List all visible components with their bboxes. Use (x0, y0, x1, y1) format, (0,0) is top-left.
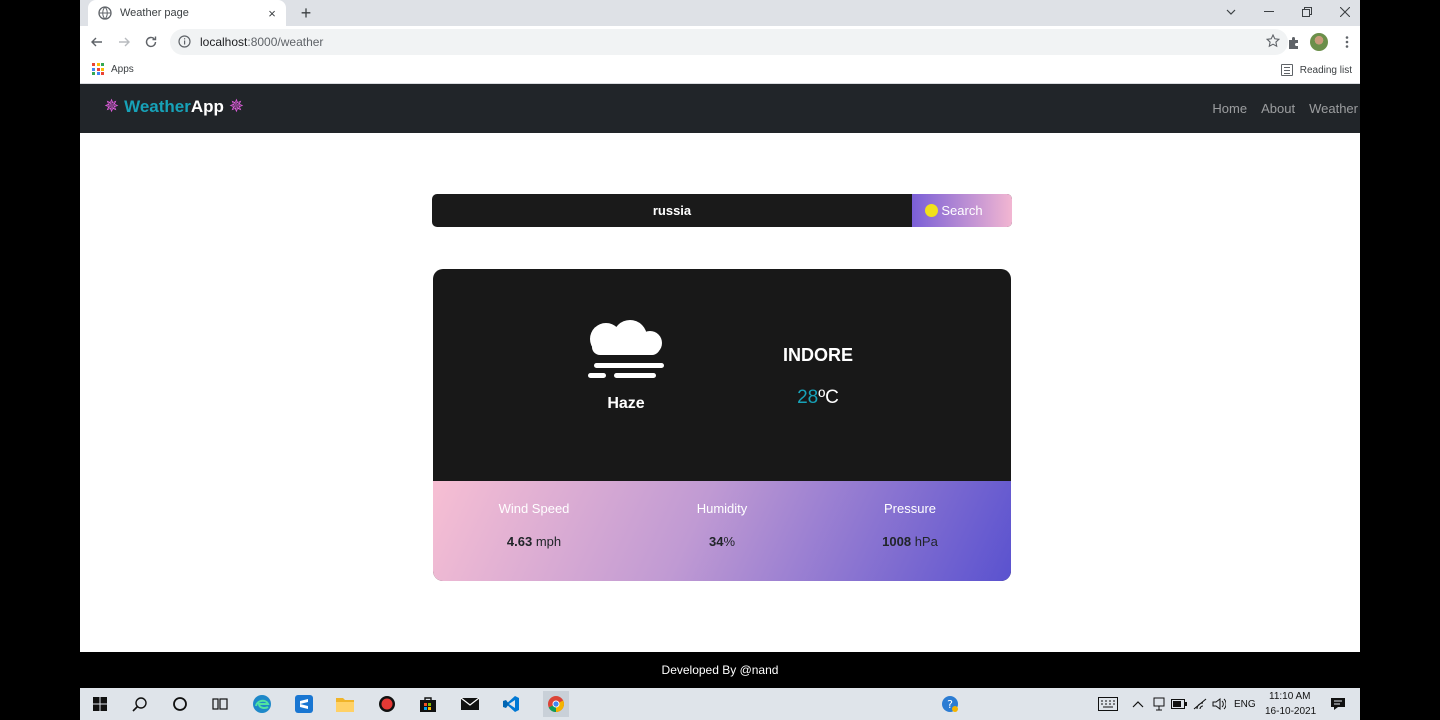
stat-label: Humidity (696, 501, 748, 516)
navbar: ✵ Weather App ✵ Home About Weather (80, 84, 1360, 133)
search-bar: Search (432, 194, 1012, 227)
info-icon[interactable] (178, 35, 192, 49)
weather-summary: Haze INDORE 28ºC (433, 269, 1011, 481)
stat-value: 34 (708, 534, 724, 549)
nav-link-home[interactable]: Home (1212, 101, 1247, 116)
forward-arrow-icon[interactable] (113, 31, 135, 53)
nav-link-about[interactable]: About (1261, 101, 1295, 116)
weather-card: Haze INDORE 28ºC Wind Speed 4.63 mph Hum… (433, 269, 1011, 581)
minimize-icon[interactable] (1250, 0, 1288, 24)
reading-list-button[interactable]: Reading list (1280, 64, 1352, 76)
file-explorer-icon[interactable] (335, 694, 355, 714)
help-icon[interactable]: ? (940, 694, 960, 714)
city-name: INDORE (782, 345, 853, 365)
temperature-unit: ºC (818, 387, 839, 408)
stat-label: Wind Speed (498, 501, 570, 516)
stat-label: Pressure (883, 501, 937, 516)
taskbar: ? ENG 11:10 AM 16-10-2021 (80, 688, 1360, 720)
back-arrow-icon[interactable] (86, 31, 108, 53)
vscode-icon[interactable] (501, 694, 521, 714)
stat-unit: % (723, 534, 736, 549)
search-icon[interactable] (130, 694, 150, 714)
cortana-icon[interactable] (170, 694, 190, 714)
stat-value: 1008 (882, 534, 912, 549)
apps-grid-icon (92, 63, 104, 75)
stat-value-row: 1008 hPa (815, 534, 1005, 549)
windows-start-icon[interactable] (90, 694, 110, 714)
reload-icon[interactable] (140, 31, 162, 53)
tab-strip: Weather page × + (80, 0, 1360, 26)
brand-logo[interactable]: ✵ Weather App ✵ (104, 96, 244, 117)
weather-stats: Wind Speed 4.63 mph Humidity 34% Pressur… (433, 481, 1011, 581)
stat-unit: hPa (914, 534, 938, 549)
stat-humidity: Humidity 34% (627, 501, 817, 549)
stat-wind-speed: Wind Speed 4.63 mph (439, 501, 629, 549)
url-host: localhost (200, 35, 248, 49)
tab-title: Weather page (120, 7, 189, 19)
close-tab-icon[interactable]: × (264, 5, 280, 21)
weather-condition: Haze (607, 395, 645, 412)
language-indicator[interactable]: ENG (1234, 699, 1256, 710)
haze-icon (588, 319, 664, 381)
nav-link-weather[interactable]: Weather (1309, 101, 1358, 116)
close-window-icon[interactable] (1326, 0, 1360, 24)
address-bar[interactable]: localhost:8000/weather (170, 29, 1288, 55)
temperature: 28ºC (758, 387, 878, 409)
flower-icon: ✵ (228, 96, 244, 116)
network-adapter-icon[interactable] (1149, 694, 1169, 714)
apps-label: Apps (111, 63, 134, 75)
sublime-icon[interactable] (294, 694, 314, 714)
stat-value-row: 4.63 mph (439, 534, 629, 549)
stat-pressure: Pressure 1008 hPa (815, 501, 1005, 549)
search-button[interactable]: Search (912, 194, 1012, 227)
keyboard-icon[interactable] (1098, 694, 1118, 714)
nav-links: Home About Weather (1212, 101, 1358, 116)
profile-avatar[interactable] (1310, 33, 1328, 51)
clock-time[interactable]: 11:10 AM (1269, 691, 1311, 702)
clock-date[interactable]: 16-10-2021 (1265, 706, 1316, 717)
stat-unit: mph (535, 534, 562, 549)
web-page: ✵ WeatherApp ✵ Home About Weather Search (80, 84, 1360, 688)
globe-icon (98, 6, 112, 20)
browser-tab[interactable]: Weather page × (88, 0, 286, 26)
chrome-icon[interactable] (543, 691, 569, 717)
wifi-icon[interactable] (1190, 694, 1210, 714)
recorder-icon[interactable] (377, 694, 397, 714)
brand-part-app: App (190, 96, 224, 116)
browser-window: Weather page × + localhost:8000/weather… (80, 0, 1360, 688)
apps-shortcut[interactable]: Apps (92, 63, 134, 75)
brand-part-weather: Weather (124, 96, 191, 116)
tab-search-icon[interactable] (1212, 0, 1250, 24)
stat-value: 4.63 (506, 534, 533, 549)
store-icon[interactable] (418, 694, 438, 714)
volume-icon[interactable] (1209, 694, 1229, 714)
city-search-input[interactable] (432, 194, 912, 227)
restore-icon[interactable] (1288, 0, 1326, 24)
new-tab-button[interactable]: + (296, 3, 316, 23)
notifications-icon[interactable] (1328, 694, 1348, 714)
flower-icon: ✵ (104, 96, 120, 116)
footer: Developed By @nand (80, 652, 1360, 688)
chevron-up-icon[interactable] (1128, 694, 1148, 714)
stat-value-row: 34% (627, 534, 817, 549)
battery-icon[interactable] (1169, 694, 1189, 714)
task-view-icon[interactable] (210, 694, 230, 714)
cursor-highlight (925, 204, 938, 217)
url-path: :8000/weather (247, 35, 324, 49)
bookmark-star-icon[interactable] (1266, 34, 1282, 50)
search-button-label: Search (941, 203, 983, 218)
menu-kebab-icon[interactable] (1338, 33, 1356, 51)
edge-icon[interactable] (252, 694, 272, 714)
temperature-value: 28 (797, 387, 819, 408)
reading-list-label: Reading list (1299, 64, 1352, 76)
bookmarks-bar: Apps Reading list (80, 58, 1360, 84)
browser-toolbar: localhost:8000/weather (80, 26, 1360, 58)
reading-list-icon (1280, 64, 1293, 76)
mail-icon[interactable] (460, 694, 480, 714)
extensions-puzzle-icon[interactable] (1284, 33, 1302, 51)
